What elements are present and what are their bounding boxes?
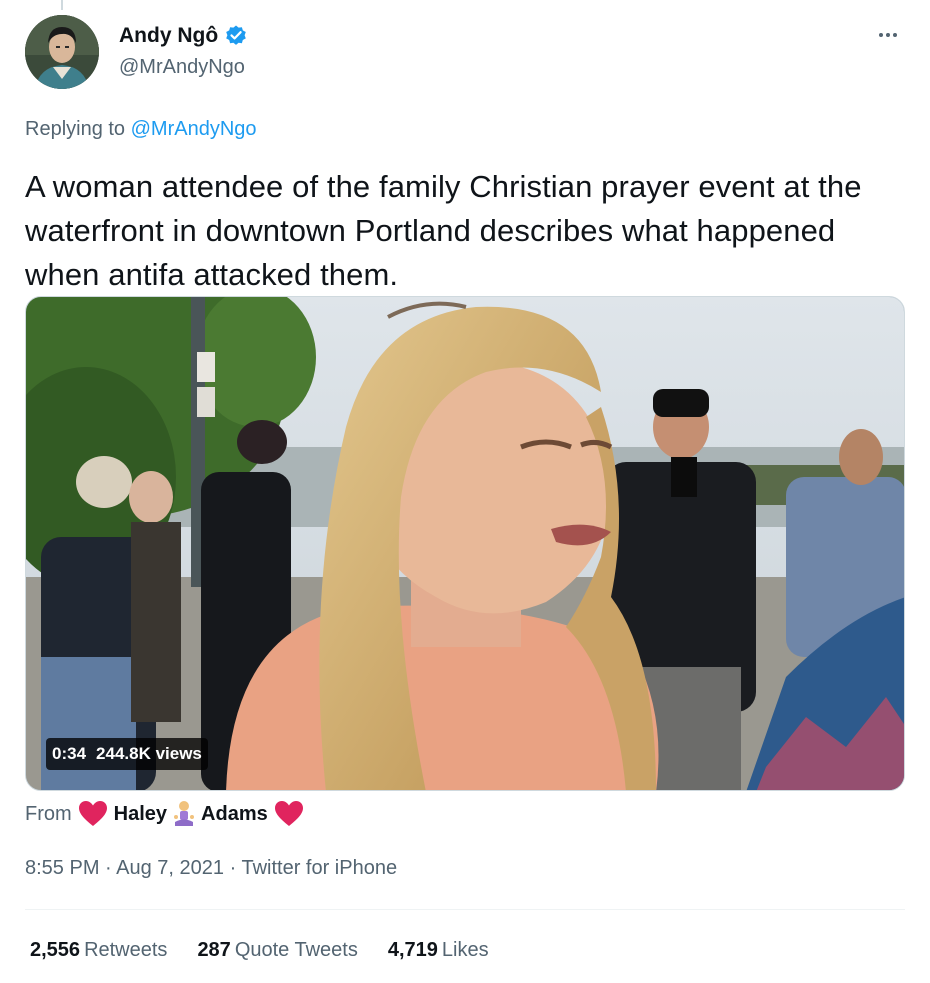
avatar-image [25,15,99,89]
video-thumbnail [26,297,904,790]
likes-stat[interactable]: 4,719 Likes [388,939,489,962]
video-player[interactable]: 0:34 244.8K views [25,296,905,791]
source-first-name[interactable]: Haley [114,803,167,826]
tweet-time[interactable]: 8:55 PM [25,857,99,879]
meta-separator: · [99,857,117,879]
tweet-metadata: 8:55 PM · Aug 7, 2021 · Twitter for iPho… [25,857,397,880]
thread-connector-line [61,0,63,10]
source-last-name[interactable]: Adams [201,803,268,826]
avatar[interactable] [25,15,99,89]
meta-separator: · [224,857,242,879]
retweets-count: 2,556 [30,939,81,961]
media-source-attribution: From Haley Adams [25,800,304,828]
divider [25,909,905,910]
person-in-lotus-position-emoji [173,800,195,828]
quote-tweets-count: 287 [197,939,231,961]
red-heart-emoji [274,800,304,828]
likes-count: 4,719 [387,939,438,961]
video-duration-views-badge: 0:34 244.8K views [46,738,208,770]
replying-to-handle-link[interactable]: @MrAndyNgo [131,118,257,140]
retweets-stat[interactable]: 2,556 Retweets [30,939,167,962]
author-name[interactable]: Andy Ngô [119,24,218,48]
author-name-row: Andy Ngô [119,24,248,48]
retweets-label: Retweets [84,939,168,961]
quote-tweets-label: Quote Tweets [234,939,358,961]
author-handle[interactable]: @MrAndyNgo [119,56,245,79]
verified-badge-icon [224,24,248,48]
red-heart-emoji [78,800,108,828]
replying-to: Replying to @MrAndyNgo [25,118,257,141]
replying-prefix: Replying to [25,118,131,140]
video-views: 244.8K views [96,744,202,763]
tweet-text: A woman attendee of the family Christian… [25,169,862,292]
tweet-date[interactable]: Aug 7, 2021 [116,857,224,879]
likes-label: Likes [441,939,489,961]
engagement-stats: 2,556 Retweets 287 Quote Tweets 4,719 Likes [30,939,489,962]
source-prefix: From [25,802,72,825]
quote-tweets-stat[interactable]: 287 Quote Tweets [197,939,357,962]
video-duration: 0:34 [52,744,87,763]
more-options-icon[interactable] [873,23,903,47]
tweet-header: Andy Ngô @MrAndyNgo [25,15,905,95]
tweet-client[interactable]: Twitter for iPhone [241,857,397,879]
